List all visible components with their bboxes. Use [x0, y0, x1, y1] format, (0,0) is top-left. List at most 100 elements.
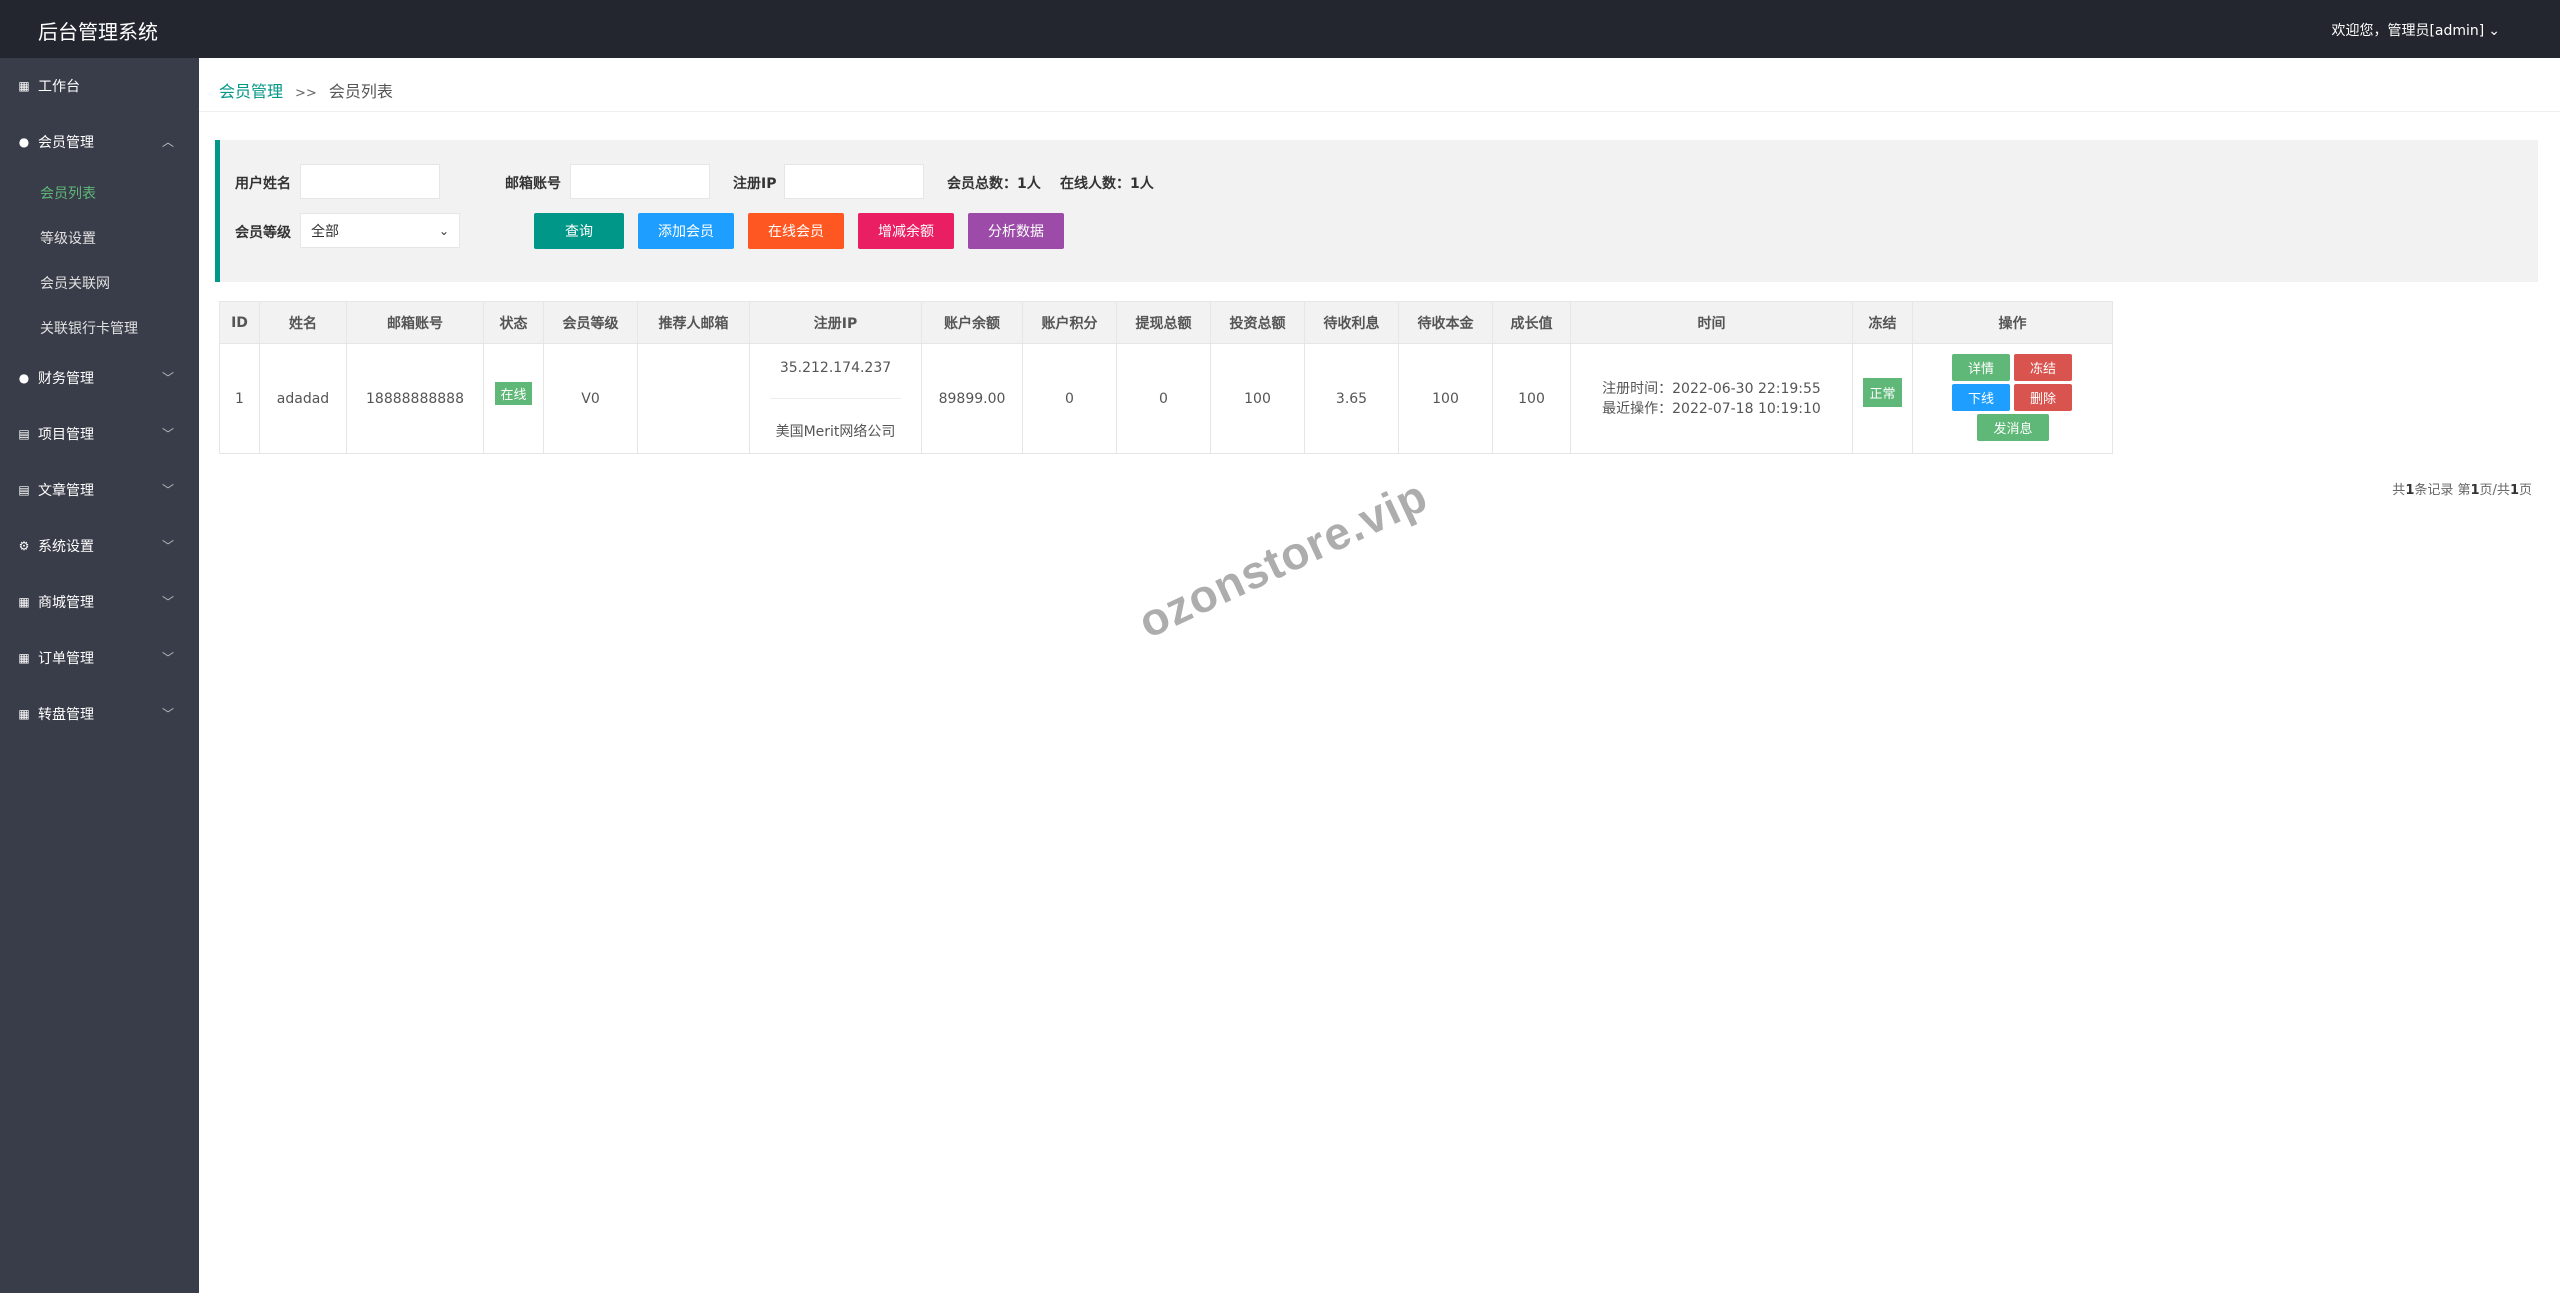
- chevron-down-icon: ﹀: [161, 706, 174, 721]
- dashboard-icon: ▦: [18, 79, 30, 93]
- user-menu[interactable]: 欢迎您，管理员[admin] ⌄: [2331, 20, 2500, 40]
- sidebar-subitem-level-settings[interactable]: 等级设置: [0, 215, 199, 260]
- col-status: 状态: [483, 301, 544, 344]
- cell-actions: 详情 冻结 下线 删除 发消息: [1912, 343, 2113, 454]
- chevron-down-icon: ﹀: [161, 594, 174, 609]
- col-growth: 成长值: [1492, 301, 1571, 344]
- chevron-down-icon: ﹀: [161, 482, 174, 497]
- col-id: ID: [219, 301, 260, 344]
- cell-level: V0: [543, 343, 638, 454]
- detail-button[interactable]: 详情: [1952, 354, 2010, 381]
- chevron-down-icon: ﹀: [161, 538, 174, 553]
- username-label: 用户姓名: [235, 176, 291, 192]
- col-actions: 操作: [1912, 301, 2113, 344]
- email-input[interactable]: [570, 164, 710, 199]
- finance-icon: ●: [18, 371, 30, 385]
- cell-growth: 100: [1492, 343, 1571, 454]
- adjust-balance-button[interactable]: 增减余额: [858, 213, 954, 249]
- ip-input[interactable]: [784, 164, 924, 199]
- add-member-button[interactable]: 添加会员: [638, 213, 734, 249]
- cell-id: 1: [219, 343, 260, 454]
- sidebar-subitem-member-list[interactable]: 会员列表: [0, 170, 199, 215]
- sidebar-item-member[interactable]: ● 会员管理 ︿: [0, 114, 199, 170]
- chevron-down-icon: ⌄: [2488, 23, 2500, 39]
- filter-panel: 用户姓名 邮箱账号 注册IP 会员总数：1人 在线人数：1人 会员等级 全部 ⌄…: [215, 140, 2538, 282]
- cell-interest: 3.65: [1304, 343, 1399, 454]
- col-ip: 注册IP: [749, 301, 922, 344]
- table-row: 1 adadad 18888888888 在线 V0 35.212.174.23…: [219, 343, 2113, 454]
- cell-principal: 100: [1398, 343, 1493, 454]
- sidebar-item-system[interactable]: ⚙ 系统设置 ﹀: [0, 518, 199, 574]
- query-button[interactable]: 查询: [534, 213, 624, 249]
- sidebar-item-label: 项目管理: [38, 427, 94, 443]
- sidebar-subitem-member-network[interactable]: 会员关联网: [0, 260, 199, 305]
- col-interest: 待收利息: [1304, 301, 1399, 344]
- col-points: 账户积分: [1022, 301, 1117, 344]
- username-input[interactable]: [300, 164, 440, 199]
- app-title: 后台管理系统: [38, 20, 158, 44]
- freeze-button[interactable]: 冻结: [2014, 354, 2072, 381]
- breadcrumb-current: 会员列表: [328, 82, 393, 101]
- sidebar-item-articles[interactable]: ▤ 文章管理 ﹀: [0, 462, 199, 518]
- col-principal: 待收本金: [1398, 301, 1493, 344]
- sidebar-item-label: 订单管理: [38, 651, 94, 667]
- col-level: 会员等级: [543, 301, 638, 344]
- article-icon: ▤: [18, 483, 30, 497]
- sidebar-item-label: 会员管理: [38, 135, 94, 151]
- level-select[interactable]: 全部 ⌄: [300, 213, 460, 248]
- record-count: 1: [2405, 483, 2415, 498]
- current-page: 1: [2470, 483, 2480, 498]
- breadcrumb-separator: >>: [295, 86, 317, 101]
- top-header: 后台管理系统 欢迎您，管理员[admin] ⌄: [0, 0, 2560, 58]
- sidebar-item-label: 系统设置: [38, 539, 94, 555]
- offline-button[interactable]: 下线: [1952, 384, 2010, 411]
- delete-button[interactable]: 删除: [2014, 384, 2072, 411]
- level-label: 会员等级: [235, 225, 291, 241]
- sidebar-item-workbench[interactable]: ▦ 工作台: [0, 58, 199, 114]
- chevron-down-icon: ﹀: [161, 650, 174, 665]
- sidebar-item-wheel[interactable]: ▦ 转盘管理 ﹀: [0, 686, 199, 742]
- sidebar-item-shop[interactable]: ▦ 商城管理 ﹀: [0, 574, 199, 630]
- col-name: 姓名: [259, 301, 347, 344]
- send-message-button[interactable]: 发消息: [1977, 414, 2049, 441]
- pager-text: 共: [2392, 483, 2406, 498]
- level-select-value: 全部: [311, 223, 339, 240]
- sidebar-item-projects[interactable]: ▤ 项目管理 ﹀: [0, 406, 199, 462]
- cell-balance: 89899.00: [921, 343, 1023, 454]
- online-count: 在线人数：1人: [1060, 176, 1154, 192]
- col-referrer: 推荐人邮箱: [637, 301, 750, 344]
- chevron-down-icon: ⌄: [438, 223, 449, 238]
- last-action-time: 最近操作：2022-07-18 10:19:10: [1602, 400, 1821, 417]
- cell-time: 注册时间：2022-06-30 22:19:55 最近操作：2022-07-18…: [1570, 343, 1853, 454]
- sidebar-item-label: 文章管理: [38, 483, 94, 499]
- divider: [770, 398, 901, 399]
- member-total: 会员总数：1人: [947, 176, 1041, 192]
- gear-icon: ⚙: [18, 539, 30, 553]
- sidebar: ▦ 工作台 ● 会员管理 ︿ 会员列表 等级设置 会员关联网 关联银行卡管理 ●…: [0, 58, 199, 1293]
- online-members-button[interactable]: 在线会员: [748, 213, 844, 249]
- cell-invest: 100: [1210, 343, 1305, 454]
- cell-name: adadad: [259, 343, 347, 454]
- col-withdraw: 提现总额: [1116, 301, 1211, 344]
- col-frozen: 冻结: [1852, 301, 1913, 344]
- ip-label: 注册IP: [733, 176, 777, 192]
- analyze-data-button[interactable]: 分析数据: [968, 213, 1064, 249]
- col-balance: 账户余额: [921, 301, 1023, 344]
- sidebar-item-finance[interactable]: ● 财务管理 ﹀: [0, 350, 199, 406]
- cell-email: 18888888888: [346, 343, 484, 454]
- cell-points: 0: [1022, 343, 1117, 454]
- cell-withdraw: 0: [1116, 343, 1211, 454]
- cell-frozen: 正常: [1852, 343, 1913, 454]
- chevron-down-icon: ﹀: [161, 370, 174, 385]
- sidebar-item-orders[interactable]: ▦ 订单管理 ﹀: [0, 630, 199, 686]
- shop-icon: ▦: [18, 595, 30, 609]
- member-icon: ●: [18, 135, 30, 149]
- email-label: 邮箱账号: [505, 176, 561, 192]
- wheel-icon: ▦: [18, 707, 30, 721]
- pager-text: 页/共: [2479, 483, 2510, 498]
- breadcrumb-parent[interactable]: 会员管理: [219, 82, 283, 101]
- sidebar-subitem-bank-cards[interactable]: 关联银行卡管理: [0, 305, 199, 350]
- breadcrumb: 会员管理 >> 会员列表: [219, 78, 393, 102]
- pagination-info: 共1条记录 第1页/共1页: [2392, 479, 2532, 498]
- col-time: 时间: [1570, 301, 1853, 344]
